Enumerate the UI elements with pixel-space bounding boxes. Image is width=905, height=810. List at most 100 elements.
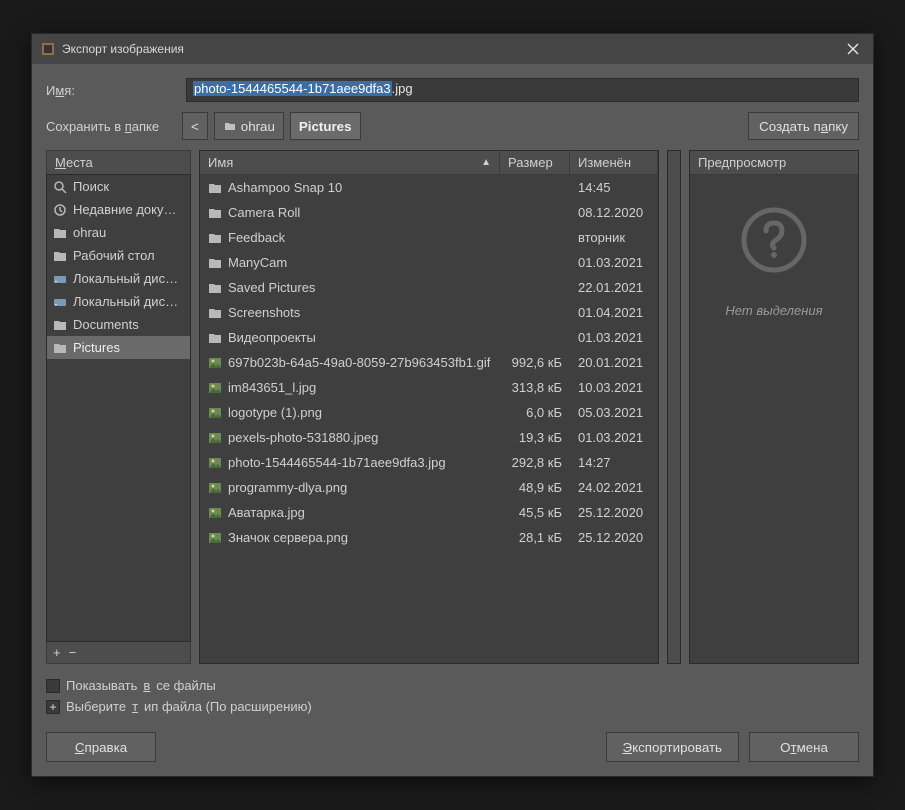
file-row[interactable]: Ashampoo Snap 1014:45	[200, 175, 658, 200]
question-icon	[739, 205, 809, 275]
file-name: Saved Pictures	[228, 280, 315, 295]
place-item[interactable]: ohrau	[47, 221, 190, 244]
add-place-button[interactable]: +	[53, 645, 61, 660]
file-modified: 01.03.2021	[570, 253, 658, 272]
file-name: 697b023b-64a5-49a0-8059-27b963453fb1.gif	[228, 355, 490, 370]
file-modified: 01.03.2021	[570, 328, 658, 347]
disk-icon	[53, 295, 67, 309]
file-name: Аватарка.jpg	[228, 505, 305, 520]
file-size: 28,1 кБ	[500, 528, 570, 547]
file-type-expander[interactable]: Выберите тип файла (По расширению)	[46, 699, 859, 714]
place-label: Documents	[73, 317, 139, 332]
cancel-button[interactable]: Отмена	[749, 732, 859, 762]
file-name: photo-1544465544-1b71aee9dfa3.jpg	[228, 455, 446, 470]
file-size	[500, 278, 570, 297]
file-modified: 01.04.2021	[570, 303, 658, 322]
file-row[interactable]: Видеопроекты01.03.2021	[200, 325, 658, 350]
file-row[interactable]: ManyCam 01.03.2021	[200, 250, 658, 275]
place-item[interactable]: Локальный дис…	[47, 290, 190, 313]
file-modified: 20.01.2021	[570, 353, 658, 372]
scrollbar[interactable]	[667, 150, 681, 664]
file-row[interactable]: Saved Pictures 22.01.2021	[200, 275, 658, 300]
image-icon	[208, 531, 222, 545]
folder-icon	[208, 281, 222, 295]
save-in-label: Сохранить в папке	[46, 119, 176, 134]
show-all-files-checkbox[interactable]: Показывать все файлы	[46, 678, 859, 693]
remove-place-button[interactable]: −	[69, 645, 77, 660]
file-name: ManyCam	[228, 255, 287, 270]
file-row[interactable]: Аватарка.jpg45,5 кБ25.12.2020	[200, 500, 658, 525]
file-row[interactable]: programmy-dlya.png48,9 кБ24.02.2021	[200, 475, 658, 500]
path-back-button[interactable]: <	[182, 112, 208, 140]
checkbox-icon	[46, 679, 60, 693]
place-item[interactable]: Documents	[47, 313, 190, 336]
button-row: Справка Экспортировать Отмена	[46, 732, 859, 762]
file-row[interactable]: Screenshots 01.04.2021	[200, 300, 658, 325]
file-row[interactable]: Feedback вторник	[200, 225, 658, 250]
recent-icon	[53, 203, 67, 217]
file-name: Screenshots	[228, 305, 300, 320]
dialog-title: Экспорт изображения	[62, 42, 841, 56]
file-name: pexels-photo-531880.jpeg	[228, 430, 378, 445]
file-size	[500, 178, 570, 197]
image-icon	[208, 406, 222, 420]
place-item[interactable]: Поиск	[47, 175, 190, 198]
folder-icon	[223, 119, 237, 133]
file-name: Feedback	[228, 230, 285, 245]
folder-icon	[53, 341, 67, 355]
preview-empty-text: Нет выделения	[725, 303, 822, 318]
places-header[interactable]: Места	[46, 150, 191, 174]
file-size	[500, 228, 570, 247]
file-size	[500, 328, 570, 347]
export-button[interactable]: Экспортировать	[606, 732, 739, 762]
column-size[interactable]: Размер	[500, 151, 570, 174]
places-footer: + −	[46, 642, 191, 664]
column-modified[interactable]: Изменён	[570, 151, 658, 174]
file-name: programmy-dlya.png	[228, 480, 347, 495]
filename-label: Имя:	[46, 83, 176, 98]
file-modified: вторник	[570, 228, 658, 247]
sort-asc-icon: ▲	[481, 157, 491, 168]
close-button[interactable]	[841, 37, 865, 61]
file-name: Ashampoo Snap 10	[228, 180, 342, 195]
file-row[interactable]: pexels-photo-531880.jpeg19,3 кБ01.03.202…	[200, 425, 658, 450]
place-item[interactable]: Рабочий стол	[47, 244, 190, 267]
places-panel: Места Поиск Недавние доку… ohrauРабочий ст…	[46, 150, 191, 664]
place-item[interactable]: Pictures	[47, 336, 190, 359]
file-size	[500, 253, 570, 272]
path-segment-ohrau[interactable]: ohrau	[214, 112, 284, 140]
file-name: logotype (1).png	[228, 405, 322, 420]
file-row[interactable]: im843651_l.jpg313,8 кБ10.03.2021	[200, 375, 658, 400]
image-icon	[208, 456, 222, 470]
search-icon	[53, 180, 67, 194]
place-label: Поиск	[73, 179, 109, 194]
create-folder-button[interactable]: Создать папку	[748, 112, 859, 140]
disk-icon	[53, 272, 67, 286]
place-label: Pictures	[73, 340, 120, 355]
titlebar: Экспорт изображения	[32, 34, 873, 64]
help-button[interactable]: Справка	[46, 732, 156, 762]
folder-icon	[53, 226, 67, 240]
image-icon	[208, 356, 222, 370]
folder-icon	[208, 181, 222, 195]
preview-header: Предпросмотр	[690, 151, 858, 175]
folder-icon	[208, 206, 222, 220]
folder-icon	[53, 318, 67, 332]
filename-input[interactable]: photo-1544465544-1b71aee9dfa3.jpg	[186, 78, 859, 102]
image-icon	[208, 381, 222, 395]
file-size: 313,8 кБ	[500, 378, 570, 397]
path-segment-pictures[interactable]: Pictures	[290, 112, 361, 140]
file-row[interactable]: logotype (1).png6,0 кБ05.03.2021	[200, 400, 658, 425]
file-modified: 22.01.2021	[570, 278, 658, 297]
file-row[interactable]: photo-1544465544-1b71aee9dfa3.jpg292,8 к…	[200, 450, 658, 475]
file-row[interactable]: 697b023b-64a5-49a0-8059-27b963453fb1.gif…	[200, 350, 658, 375]
place-label: Недавние доку…	[73, 202, 177, 217]
file-row[interactable]: Camera Roll08.12.2020	[200, 200, 658, 225]
filename-row: Имя: photo-1544465544-1b71aee9dfa3.jpg	[46, 78, 859, 102]
place-item[interactable]: Локальный дис…	[47, 267, 190, 290]
file-row[interactable]: Значок сервера.png28,1 кБ25.12.2020	[200, 525, 658, 550]
column-name[interactable]: Имя ▲	[200, 151, 500, 174]
place-item[interactable]: Недавние доку…	[47, 198, 190, 221]
file-name: Camera Roll	[228, 205, 300, 220]
file-list-header: Имя ▲ Размер Изменён	[200, 151, 658, 175]
